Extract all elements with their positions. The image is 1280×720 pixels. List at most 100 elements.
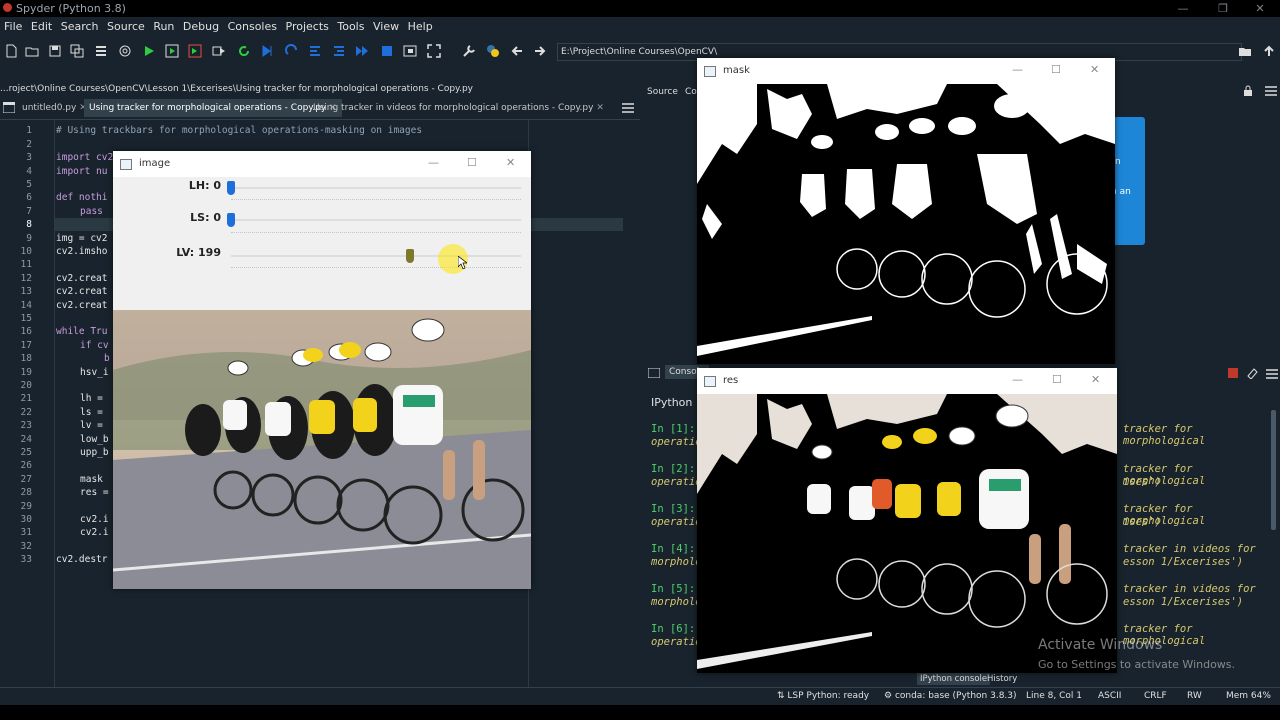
lock-icon[interactable] bbox=[1243, 85, 1253, 96]
console-output: esson 1/Excerises') bbox=[1123, 556, 1244, 568]
trackbar-ls-thumb[interactable] bbox=[227, 213, 235, 227]
trackbar-lh-thumb[interactable] bbox=[227, 181, 235, 195]
tab-close-icon[interactable]: ✕ bbox=[596, 103, 604, 113]
forward-arrow-icon[interactable] bbox=[533, 44, 547, 58]
tab-untitled0[interactable]: untitled0.py ✕ bbox=[17, 99, 92, 117]
run-cell-icon[interactable] bbox=[165, 44, 179, 58]
open-folder-icon[interactable] bbox=[25, 44, 39, 58]
tab-ipython-console[interactable]: IPython console bbox=[917, 673, 991, 685]
line-number: 11 bbox=[20, 259, 32, 270]
maximize-button[interactable]: ☐ bbox=[1052, 373, 1062, 386]
menu-view[interactable]: View bbox=[373, 17, 399, 37]
watermark-subtitle: Go to Settings to activate Windows. bbox=[1038, 658, 1236, 671]
menu-file[interactable]: File bbox=[4, 17, 22, 37]
wrench-icon[interactable] bbox=[462, 44, 476, 58]
file-browse-tabs-icon[interactable] bbox=[3, 102, 15, 113]
tab-morphological-copy[interactable]: Using tracker for morphological operatio… bbox=[84, 99, 342, 117]
close-button[interactable]: ✕ bbox=[1240, 0, 1280, 17]
menu-debug[interactable]: Debug bbox=[183, 17, 219, 37]
trackbar-ticks bbox=[231, 267, 521, 269]
console-scrollbar[interactable] bbox=[1271, 410, 1276, 530]
continue-icon[interactable] bbox=[355, 44, 369, 58]
console-options-icon[interactable] bbox=[1266, 368, 1278, 379]
minimize-button[interactable]: — bbox=[1012, 373, 1023, 386]
tab-videos-morphological-copy[interactable]: Using tracker in videos for morphologica… bbox=[308, 99, 609, 117]
code-line: import nu bbox=[56, 166, 108, 177]
lsp-icon: ⇅ bbox=[777, 691, 788, 701]
line-number: 30 bbox=[20, 514, 32, 525]
step-into-icon[interactable] bbox=[308, 44, 322, 58]
tab-history[interactable]: History bbox=[984, 673, 1020, 685]
list-icon[interactable] bbox=[94, 44, 108, 58]
stop-kernel-icon[interactable] bbox=[1228, 368, 1238, 378]
menu-projects[interactable]: Projects bbox=[286, 17, 329, 37]
menu-search[interactable]: Search bbox=[61, 17, 99, 37]
step-return-icon[interactable] bbox=[332, 44, 346, 58]
mask-window[interactable]: mask — ☐ ✕ bbox=[697, 58, 1115, 364]
watermark-title: Activate Windows bbox=[1038, 637, 1163, 653]
trackbar-lh[interactable] bbox=[231, 187, 521, 189]
line-number: 26 bbox=[20, 460, 32, 471]
run-selection-icon[interactable] bbox=[212, 44, 226, 58]
minimize-button[interactable]: — bbox=[1012, 63, 1023, 76]
menu-tools[interactable]: Tools bbox=[337, 17, 364, 37]
run-icon[interactable] bbox=[142, 44, 156, 58]
line-number: 27 bbox=[20, 474, 32, 485]
options-menu-icon[interactable] bbox=[622, 102, 634, 113]
trackbar-lv-thumb[interactable] bbox=[406, 249, 415, 263]
console-output: tracker in videos for bbox=[1123, 583, 1256, 595]
tab-console[interactable]: Co bbox=[685, 87, 697, 97]
step-icon[interactable] bbox=[285, 44, 299, 58]
trackbar-lv[interactable] bbox=[231, 255, 521, 257]
code-line: cv2.destr bbox=[56, 554, 108, 565]
res-window[interactable]: res — ☐ ✕ bbox=[697, 368, 1117, 673]
res-window-titlebar[interactable]: res — ☐ ✕ bbox=[697, 368, 1117, 394]
maximize-button[interactable]: ☐ bbox=[467, 156, 477, 169]
console-prompt: In [5]: bbox=[651, 583, 696, 595]
tab-source[interactable]: Source bbox=[647, 87, 678, 97]
python-path-icon[interactable] bbox=[486, 44, 500, 58]
trackbar-ls[interactable] bbox=[231, 219, 521, 221]
image-window-titlebar[interactable]: image — ☐ ✕ bbox=[113, 151, 531, 177]
parent-directory-icon[interactable] bbox=[1262, 44, 1276, 58]
save-icon[interactable] bbox=[48, 44, 62, 58]
trackbar-ticks bbox=[231, 232, 521, 234]
line-number: 24 bbox=[20, 434, 32, 445]
menu-source[interactable]: Source bbox=[107, 17, 145, 37]
console-icon bbox=[648, 368, 660, 378]
console-output: operatio bbox=[651, 636, 702, 648]
rerun-icon[interactable] bbox=[237, 44, 251, 58]
minimize-button[interactable]: — bbox=[428, 156, 439, 169]
eraser-icon[interactable] bbox=[1246, 367, 1258, 379]
menu-run[interactable]: Run bbox=[153, 17, 174, 37]
minimize-button[interactable]: — bbox=[1163, 0, 1203, 17]
browse-folder-icon[interactable] bbox=[1238, 44, 1252, 58]
fullscreen-icon[interactable] bbox=[427, 44, 441, 58]
menu-edit[interactable]: Edit bbox=[31, 17, 52, 37]
new-file-icon[interactable] bbox=[4, 44, 18, 58]
mask-window-titlebar[interactable]: mask — ☐ ✕ bbox=[697, 58, 1115, 84]
console-output: tracker for morphological bbox=[1123, 423, 1206, 447]
popup-text: n bbox=[1115, 157, 1121, 167]
close-button[interactable]: ✕ bbox=[1091, 373, 1100, 386]
back-arrow-icon[interactable] bbox=[510, 44, 524, 58]
run-cell-advance-icon[interactable] bbox=[188, 44, 202, 58]
close-button[interactable]: ✕ bbox=[506, 156, 515, 169]
image-window[interactable]: image — ☐ ✕ LH: 0 LS: 0 LV: 199 bbox=[113, 151, 531, 589]
stop-debug-icon[interactable] bbox=[380, 44, 394, 58]
maximize-button[interactable]: ☐ bbox=[1051, 63, 1061, 76]
code-line: lv = bbox=[80, 420, 103, 431]
at-icon[interactable] bbox=[118, 44, 132, 58]
line-number: 3 bbox=[26, 152, 32, 163]
maximize-button[interactable]: ❐ bbox=[1203, 0, 1243, 17]
code-line: while Tru bbox=[56, 326, 108, 337]
close-button[interactable]: ✕ bbox=[1090, 63, 1099, 76]
console-output: ises') bbox=[1123, 516, 1161, 528]
debug-icon[interactable] bbox=[260, 44, 274, 58]
maximize-pane-icon[interactable] bbox=[403, 44, 417, 58]
line-number: 18 bbox=[20, 353, 32, 364]
pane-options-icon[interactable] bbox=[1265, 85, 1277, 96]
menu-consoles[interactable]: Consoles bbox=[228, 17, 277, 37]
menu-help[interactable]: Help bbox=[408, 17, 433, 37]
save-all-icon[interactable] bbox=[70, 44, 84, 58]
